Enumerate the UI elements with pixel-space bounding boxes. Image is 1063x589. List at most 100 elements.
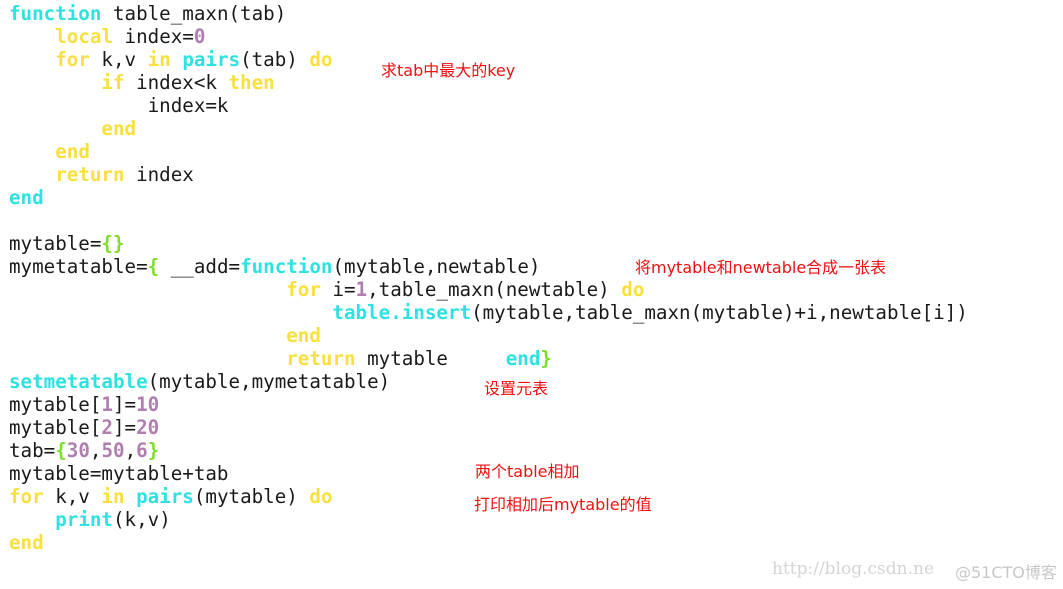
code-line: end xyxy=(9,324,968,347)
code-line: table.insert(mytable,table_maxn(mytable)… xyxy=(9,301,968,324)
code-token-kw-yellow: then xyxy=(228,71,275,94)
code-token: k,v xyxy=(43,485,102,508)
code-line: for i=1,table_maxn(newtable) do xyxy=(9,278,968,301)
code-token-brace: } xyxy=(540,347,552,370)
code-token-kw-cyan: pairs xyxy=(182,48,241,71)
code-token-kw-yellow: end xyxy=(101,117,137,140)
code-token-kw-cyan: setmetatable xyxy=(9,370,148,393)
code-token-kw-cyan: pairs xyxy=(136,485,194,508)
code-token-kw-yellow: local xyxy=(55,25,113,48)
code-line: return mytable end} xyxy=(9,347,968,370)
code-token: (mytable,table_maxn(mytable)+i,newtable[… xyxy=(471,301,968,324)
code-token: mytable[ xyxy=(9,416,102,439)
code-token-kw-yellow: do xyxy=(309,485,333,508)
code-token: , xyxy=(124,439,137,462)
code-token-num: 30 xyxy=(66,439,90,462)
watermark-url: http://blog.csdn.ne xyxy=(772,559,935,579)
code-token-num: 1 xyxy=(101,393,113,416)
code-token: , xyxy=(89,439,102,462)
code-token-kw-yellow: for xyxy=(9,485,44,508)
watermark-site: @51CTO博客 xyxy=(955,563,1057,582)
code-token: table_maxn(tab) xyxy=(101,2,287,25)
code-token-num: 50 xyxy=(101,439,125,462)
code-token: ]= xyxy=(112,416,137,439)
code-token-kw-yellow: end xyxy=(9,531,44,554)
code-token-kw-yellow: in xyxy=(147,48,171,71)
code-line: local index=0 xyxy=(9,25,968,48)
code-line: return index xyxy=(9,163,968,186)
code-token: mytable=mytable+tab xyxy=(9,462,229,485)
code-line: end xyxy=(9,531,968,554)
code-token: __add= xyxy=(159,255,241,278)
code-token: k,v xyxy=(89,48,148,71)
code-token-kw-cyan: table.insert xyxy=(332,301,472,324)
code-token-kw-yellow: end xyxy=(286,324,321,347)
code-token-brace: { xyxy=(55,439,67,462)
code-line: end xyxy=(9,186,968,209)
code-token: (mytable) xyxy=(193,485,310,508)
code-token-brace: { xyxy=(147,255,160,278)
code-token: (mytable,mymetatable) xyxy=(147,370,391,393)
code-token-kw-cyan: function xyxy=(9,2,102,25)
annotation-merge: 将mytable和newtable合成一张表 xyxy=(635,258,887,277)
code-line: mytable[2]=20 xyxy=(9,416,968,439)
code-token-kw-yellow: return xyxy=(55,163,125,186)
code-token-brace: } xyxy=(147,439,160,462)
code-token-num: 2 xyxy=(101,416,113,439)
code-line: function table_maxn(tab) xyxy=(9,2,968,25)
code-token: ]= xyxy=(112,393,137,416)
code-token: i= xyxy=(320,278,356,301)
code-token: (mytable,newtable) xyxy=(332,255,541,278)
code-token: tab= xyxy=(9,439,56,462)
code-token-kw-yellow: for xyxy=(286,278,321,301)
code-token-kw-yellow: if xyxy=(101,71,125,94)
code-line: index=k xyxy=(9,94,968,117)
code-token: ,table_maxn(newtable) xyxy=(367,278,622,301)
code-token: mytable= xyxy=(9,232,102,255)
code-token-num: 0 xyxy=(193,25,206,48)
code-token-num: 20 xyxy=(136,416,160,439)
code-token-num: 1 xyxy=(355,278,368,301)
code-line: end xyxy=(9,140,968,163)
code-token-kw-cyan: end xyxy=(9,186,44,209)
annotation-max-key: 求tab中最大的key xyxy=(381,61,516,80)
code-token-brace: {} xyxy=(101,232,125,255)
code-token-num: 10 xyxy=(136,393,160,416)
code-token: mytable xyxy=(355,347,506,370)
code-token: index= xyxy=(112,25,194,48)
code-token-kw-yellow: do xyxy=(621,278,645,301)
code-token-kw-yellow: return xyxy=(286,347,356,370)
code-token-kw-yellow: end xyxy=(55,140,90,163)
code-token-num: 6 xyxy=(136,439,148,462)
code-token: index=k xyxy=(9,94,229,117)
code-token: mymetatable= xyxy=(9,255,148,278)
annotation-set-meta: 设置元表 xyxy=(484,379,549,398)
code-line: mytable={} xyxy=(9,232,968,255)
code-token: index xyxy=(124,163,194,186)
code-line: end xyxy=(9,117,968,140)
code-token: (k,v) xyxy=(112,508,171,531)
annotation-add-tables: 两个table相加 xyxy=(475,462,580,481)
code-token-kw-yellow: in xyxy=(101,485,125,508)
code-token-kw-cyan: end xyxy=(505,347,541,370)
code-token-kw-yellow: for xyxy=(55,48,90,71)
code-token: index<k xyxy=(124,71,229,94)
annotation-print-values: 打印相加后mytable的值 xyxy=(474,495,652,514)
code-token-kw-yellow: do xyxy=(309,48,333,71)
code-token-kw-cyan: print xyxy=(55,508,113,531)
code-token: (tab) xyxy=(240,48,310,71)
